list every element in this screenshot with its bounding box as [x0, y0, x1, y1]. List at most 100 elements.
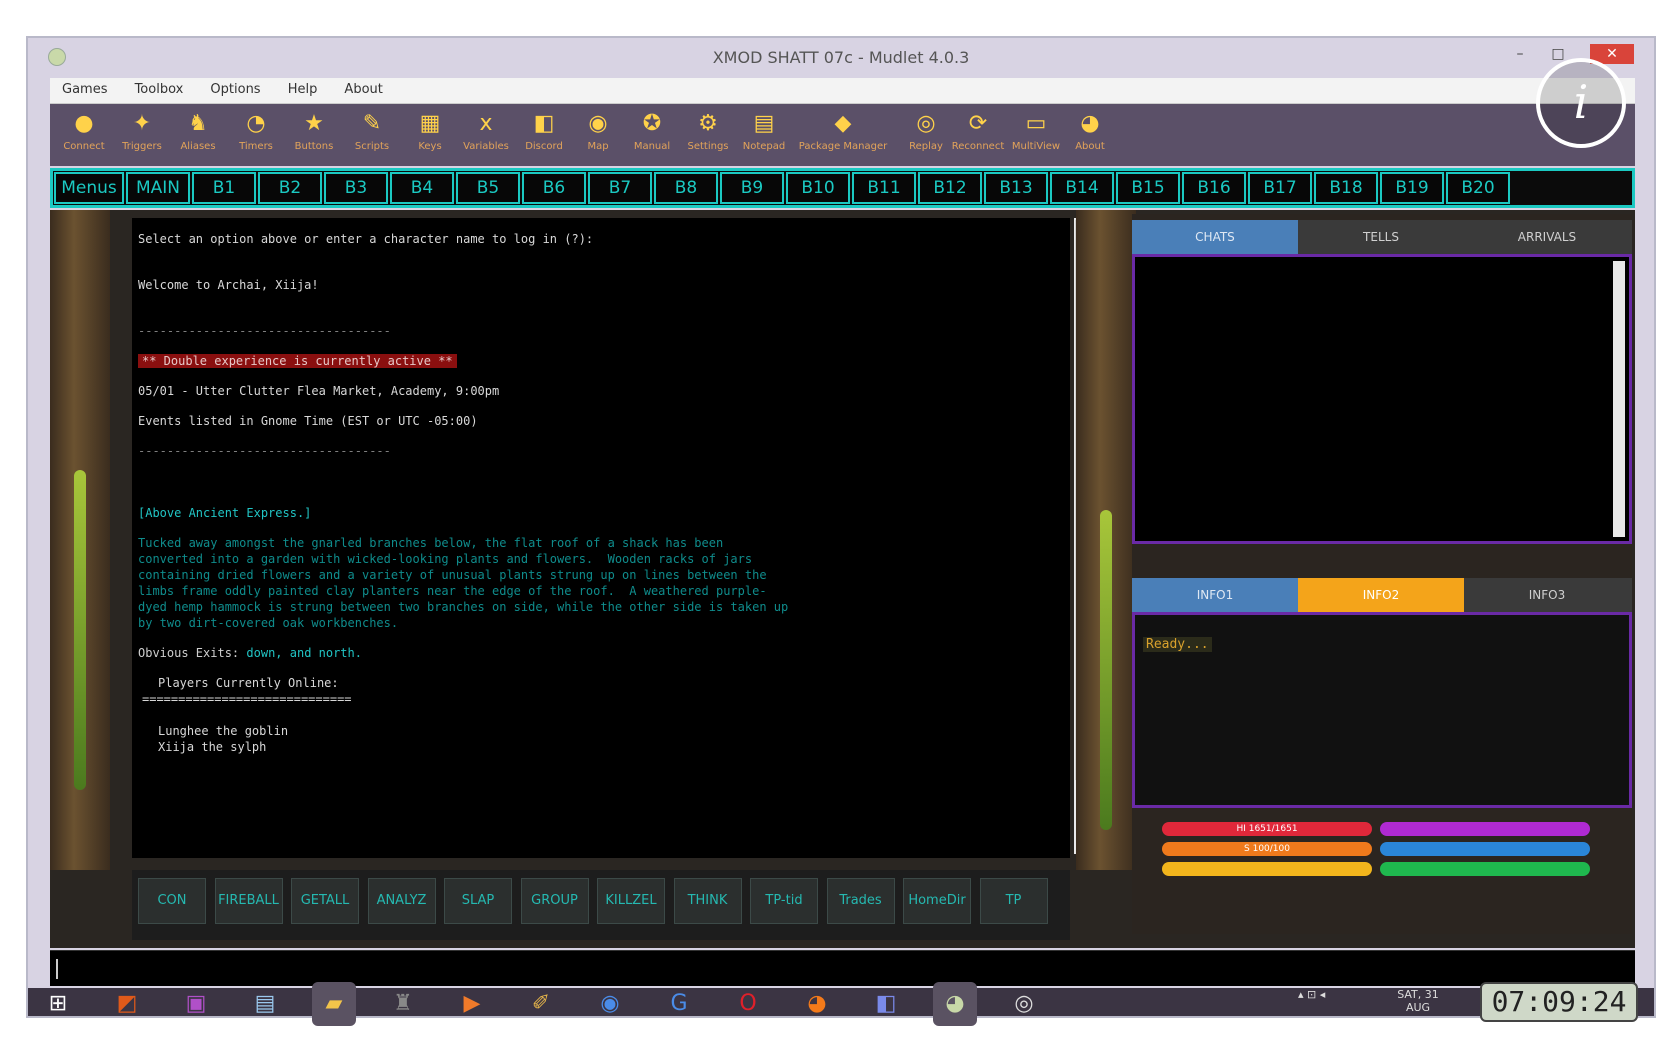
game-console[interactable]: Select an option above or enter a charac… — [132, 218, 1070, 858]
command-trades-button[interactable]: Trades — [826, 878, 895, 924]
button-b18[interactable]: B18 — [1314, 172, 1378, 204]
command-think-button[interactable]: THINK — [673, 878, 742, 924]
button-menus[interactable]: Menus — [54, 172, 124, 204]
media-player-icon[interactable]: ▶ — [450, 982, 494, 1026]
menu-toolbox[interactable]: Toolbox — [123, 78, 194, 97]
button-b16[interactable]: B16 — [1182, 172, 1246, 204]
toolbar-keys-button[interactable]: ▦ Keys — [402, 108, 458, 164]
command-input[interactable] — [50, 950, 1635, 986]
scripts-icon: ✎ — [362, 111, 382, 136]
discord-app-icon[interactable]: ◧ — [864, 982, 908, 1026]
chat-app-icon[interactable]: ▣ — [174, 982, 218, 1026]
command-analyz-button[interactable]: ANALYZ — [367, 878, 436, 924]
button-b4[interactable]: B4 — [390, 172, 454, 204]
google-icon[interactable]: G — [657, 982, 701, 1026]
command-fireball-button[interactable]: FIREBALL — [214, 878, 283, 924]
button-b9[interactable]: B9 — [720, 172, 784, 204]
paint-icon[interactable]: ◩ — [105, 982, 149, 1026]
button-b10[interactable]: B10 — [786, 172, 850, 204]
toolbar-aliases-button[interactable]: ♞ Aliases — [170, 108, 226, 164]
toolbar-replay-button[interactable]: ◎ Replay — [898, 108, 954, 164]
tab-tells[interactable]: TELLS — [1298, 220, 1464, 254]
tab-arrivals[interactable]: ARRIVALS — [1464, 220, 1630, 254]
tab-info3[interactable]: INFO3 — [1464, 578, 1630, 612]
toolbar-package-manager-button[interactable]: ◆ Package Manager — [792, 108, 894, 164]
toolbar-triggers-button[interactable]: ✦ Triggers — [114, 108, 170, 164]
chat-pane[interactable] — [1132, 254, 1632, 544]
notepad-app-icon[interactable]: ▤ — [243, 982, 287, 1026]
menu-about[interactable]: About — [332, 78, 392, 97]
exits-label: Obvious Exits: — [138, 646, 240, 660]
toolbar-label: Connect — [63, 141, 105, 152]
button-b13[interactable]: B13 — [984, 172, 1048, 204]
command-killzel-button[interactable]: KILLZEL — [597, 878, 665, 924]
room-desc: converted into a garden with wicked-look… — [138, 552, 753, 566]
tab-info2[interactable]: INFO2 — [1298, 578, 1464, 612]
command-tp-tid-button[interactable]: TP-tid — [750, 878, 818, 924]
button-b14[interactable]: B14 — [1050, 172, 1114, 204]
menu-options[interactable]: Options — [198, 78, 270, 97]
game-app-icon[interactable]: ♜ — [381, 982, 425, 1026]
toolbar-manual-button[interactable]: ✪ Manual — [624, 108, 680, 164]
toolbar-buttons-button[interactable]: ★ Buttons — [286, 108, 342, 164]
button-b17[interactable]: B17 — [1248, 172, 1312, 204]
info-icon[interactable]: i — [1536, 58, 1626, 148]
button-b8[interactable]: B8 — [654, 172, 718, 204]
toolbar-settings-button[interactable]: ⚙ Settings — [680, 108, 736, 164]
button-b15[interactable]: B15 — [1116, 172, 1180, 204]
button-b11[interactable]: B11 — [852, 172, 916, 204]
start-icon[interactable]: ⊞ — [36, 982, 80, 1026]
button-b2[interactable]: B2 — [258, 172, 322, 204]
chat-scrollbar[interactable] — [1613, 261, 1625, 537]
button-b6[interactable]: B6 — [522, 172, 586, 204]
button-b3[interactable]: B3 — [324, 172, 388, 204]
info-tabs: INFO1 INFO2 INFO3 — [1132, 578, 1632, 612]
tray-icons[interactable]: ▴ ⊡ ◂ — [1298, 988, 1325, 1001]
tab-chats[interactable]: CHATS — [1132, 220, 1298, 254]
tools-icon[interactable]: ✐ — [519, 982, 563, 1026]
manual-icon: ✪ — [642, 111, 662, 136]
toolbar-variables-button[interactable]: x Variables — [458, 108, 514, 164]
toolbar-label: Buttons — [294, 141, 334, 152]
toolbar-about-button[interactable]: ◕ About — [1062, 108, 1118, 164]
button-b20[interactable]: B20 — [1446, 172, 1510, 204]
toolbar-reconnect-button[interactable]: ⟳ Reconnect — [948, 108, 1008, 164]
button-b5[interactable]: B5 — [456, 172, 520, 204]
button-b1[interactable]: B1 — [192, 172, 256, 204]
toolbar-timers-button[interactable]: ◔ Timers — [228, 108, 284, 164]
opera-icon[interactable]: O — [726, 982, 770, 1026]
command-con-button[interactable]: CON — [138, 878, 206, 924]
reconnect-icon: ⟳ — [968, 111, 988, 136]
minimize-button[interactable]: – — [1506, 44, 1534, 64]
command-slap-button[interactable]: SLAP — [444, 878, 512, 924]
toolbar-label: Variables — [463, 141, 509, 152]
command-homedir-button[interactable]: HomeDir — [903, 878, 971, 924]
toolbar-label: About — [1075, 141, 1105, 152]
info-pane[interactable]: Ready... — [1132, 612, 1632, 808]
button-b7[interactable]: B7 — [588, 172, 652, 204]
command-tp-button[interactable]: TP — [979, 878, 1048, 924]
command-group-button[interactable]: GROUP — [520, 878, 589, 924]
button-b19[interactable]: B19 — [1380, 172, 1444, 204]
package-manager-icon: ◆ — [834, 111, 852, 136]
button-b12[interactable]: B12 — [918, 172, 982, 204]
toolbar-label: Reconnect — [951, 141, 1005, 152]
map-icon: ◉ — [588, 111, 608, 136]
toolbar-multiview-button[interactable]: ▭ MultiView — [1008, 108, 1064, 164]
command-getall-button[interactable]: GETALL — [291, 878, 359, 924]
toolbar-discord-button[interactable]: ◧ Discord — [516, 108, 572, 164]
toolbar-map-button[interactable]: ◉ Map — [570, 108, 626, 164]
firefox-icon[interactable]: ◕ — [795, 982, 839, 1026]
file-explorer-icon[interactable]: ▰ — [312, 982, 356, 1026]
toolbar-notepad-button[interactable]: ▤ Notepad — [736, 108, 792, 164]
toolbar-scripts-button[interactable]: ✎ Scripts — [344, 108, 400, 164]
button-main[interactable]: MAIN — [126, 172, 190, 204]
menu-games[interactable]: Games — [50, 78, 117, 97]
menu-bar: Games Toolbox Options Help About — [50, 78, 1635, 104]
mudlet-icon[interactable]: ◕ — [933, 982, 977, 1026]
tab-info1[interactable]: INFO1 — [1132, 578, 1298, 612]
menu-help[interactable]: Help — [276, 78, 328, 97]
obs-icon[interactable]: ◎ — [1002, 982, 1046, 1026]
toolbar-connect-button[interactable]: ● Connect — [56, 108, 112, 164]
chrome-icon[interactable]: ◉ — [588, 982, 632, 1026]
